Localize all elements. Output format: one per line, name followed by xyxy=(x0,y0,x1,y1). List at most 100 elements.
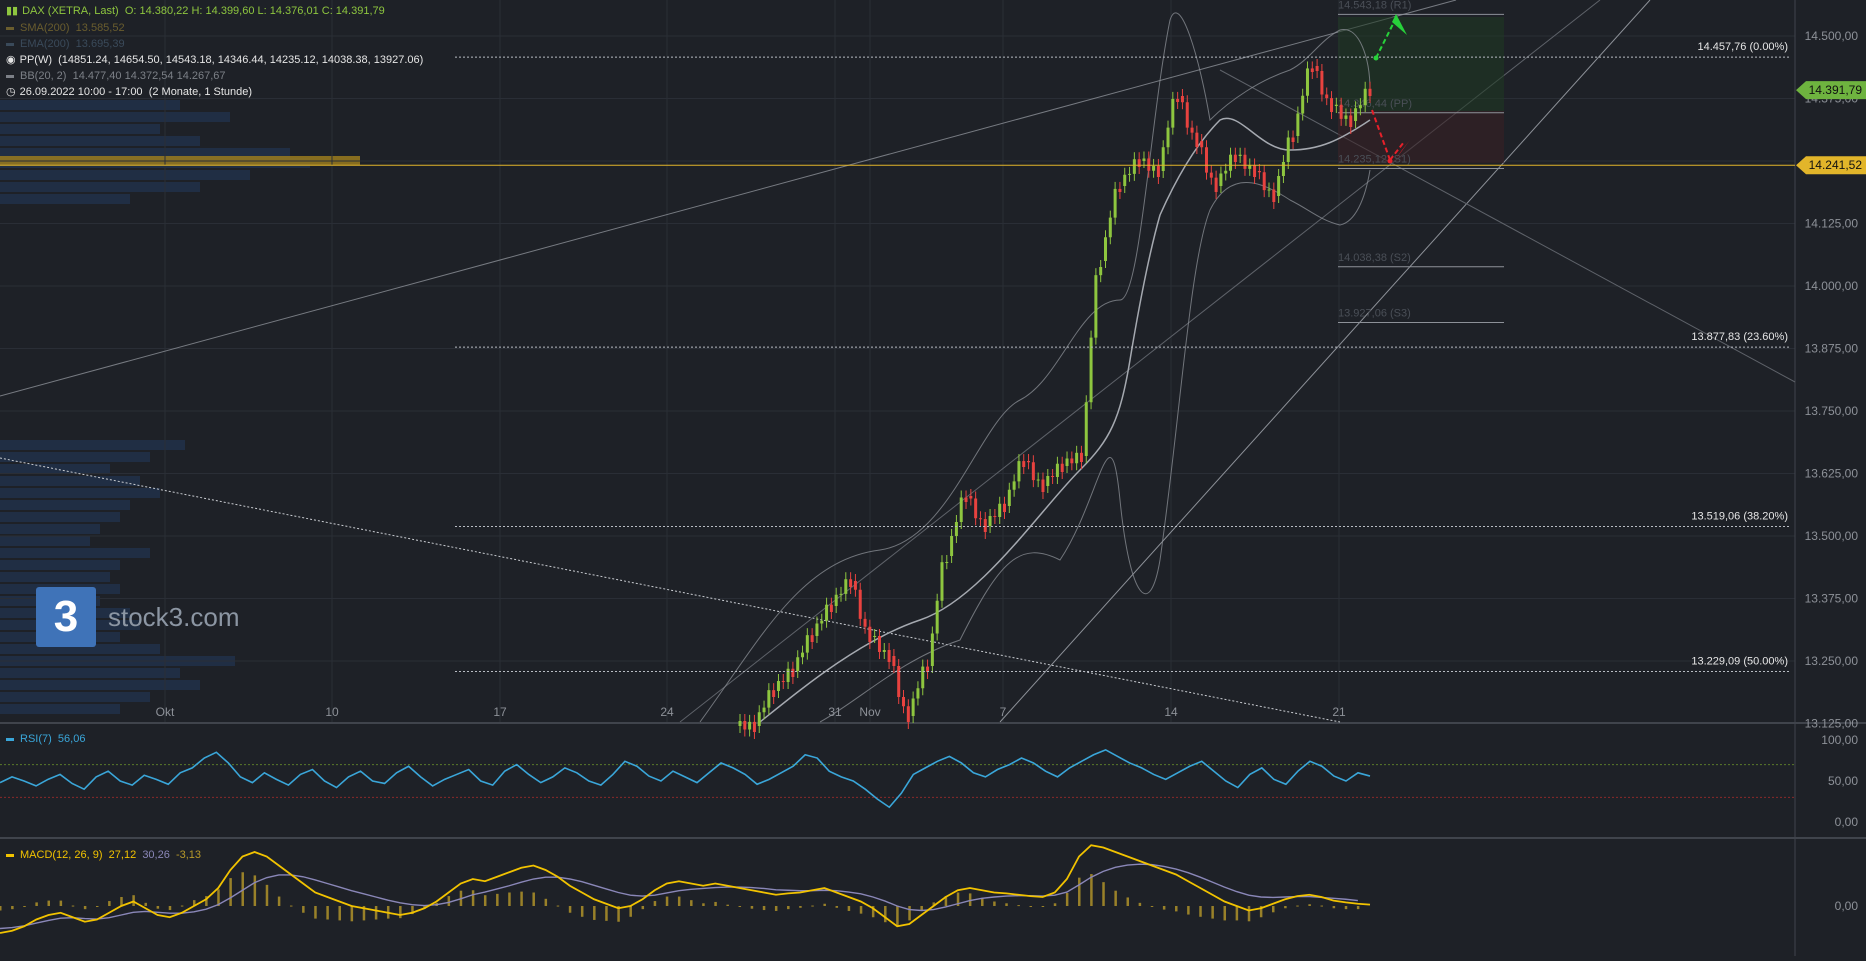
price-tick-label: 13.250,00 xyxy=(1805,654,1859,668)
candle-body xyxy=(1003,503,1007,512)
candle-body xyxy=(1185,102,1189,128)
price-tick-label: 13.375,00 xyxy=(1805,592,1859,606)
price-tick-label: 13.750,00 xyxy=(1805,404,1859,418)
macd-histogram-bar xyxy=(289,905,293,907)
candle-body xyxy=(959,497,963,522)
macd-histogram-bar xyxy=(593,906,596,920)
macd-histogram-bar xyxy=(1175,906,1178,912)
candle-body xyxy=(1229,154,1233,171)
macd-histogram-bar xyxy=(277,896,281,906)
macd-value: 27,12 xyxy=(108,849,137,861)
pivot-label: 14.346,44 (PP) xyxy=(1338,98,1412,110)
candle-body xyxy=(921,666,925,689)
macd-histogram-bar xyxy=(1090,874,1093,906)
volume-profile-bar xyxy=(0,112,230,122)
macd-histogram-bar xyxy=(447,896,451,906)
time-tick-label: 7 xyxy=(1000,705,1007,719)
price-tick-label: 13.625,00 xyxy=(1805,467,1859,481)
pivot-label: 14.235,12 (S1) xyxy=(1338,153,1411,165)
candle-body xyxy=(906,706,910,722)
macd-histogram-bar xyxy=(1065,892,1069,906)
candle-body xyxy=(1272,189,1276,202)
candle-body xyxy=(1339,104,1343,119)
candle-body xyxy=(1079,452,1083,462)
candle-body xyxy=(1291,137,1295,142)
macd-histogram-bar xyxy=(884,906,887,923)
time-tick-label: 10 xyxy=(325,705,339,719)
fib-level-label: 13.229,09 (50.00%) xyxy=(1691,655,1788,667)
candle-body xyxy=(1176,98,1180,102)
candle-body xyxy=(1190,127,1194,133)
rsi-tick-label: 0,00 xyxy=(1835,815,1859,829)
pivot-values: (14851.24, 14654.50, 14543.18, 14346.44,… xyxy=(58,54,424,66)
legend-macd: MACD(12, 26, 9) 27,12 30,26 -3,13 xyxy=(6,848,201,862)
ema-label: EMA(200) xyxy=(20,38,70,50)
legend-sma: SMA(200) 13.585,52 xyxy=(6,21,125,35)
fib-level-label: 13.519,06 (38.20%) xyxy=(1691,510,1788,522)
macd-histogram-bar xyxy=(1078,877,1081,906)
candle-body xyxy=(1214,177,1218,192)
candle-body xyxy=(849,579,853,587)
candle-body xyxy=(892,656,896,666)
candle-body xyxy=(748,721,752,730)
candle-body xyxy=(757,712,761,726)
candle-body xyxy=(1152,165,1156,171)
candle-body xyxy=(868,626,872,642)
legend-instrument: ▮▮ DAX (XETRA, Last) O: 14.380,22 H: 14.3… xyxy=(6,4,385,18)
candle-body xyxy=(1358,105,1362,109)
rsi-value: 56,06 xyxy=(57,733,86,745)
macd-histogram-bar xyxy=(520,891,523,906)
rsi-tick-label: 100,00 xyxy=(1821,733,1858,747)
macd-histogram-bar xyxy=(132,895,135,906)
pivot-label: 14.038,38 (S2) xyxy=(1338,252,1411,264)
ema-swatch-icon xyxy=(6,42,14,46)
candle-body xyxy=(945,562,949,563)
macd-histogram-bar xyxy=(896,906,899,927)
candle-body xyxy=(776,681,780,691)
macd-histogram-bar xyxy=(1199,906,1202,917)
candle-body xyxy=(1156,165,1160,177)
candle-body xyxy=(964,497,968,502)
candle-body xyxy=(1281,162,1285,176)
macd-histogram-bar xyxy=(690,900,693,906)
candle-body xyxy=(844,579,848,594)
legend-ema: EMA(200) 13.695,39 xyxy=(6,37,125,51)
candle-body xyxy=(1257,171,1261,173)
macd-histogram-bar xyxy=(702,903,705,906)
candle-body xyxy=(1224,170,1228,174)
candle-body xyxy=(1046,476,1050,486)
macd-histogram-bar xyxy=(1041,906,1045,907)
macd-histogram-bar xyxy=(544,898,548,906)
candle-body xyxy=(839,593,843,595)
candle-body xyxy=(1103,237,1107,261)
macd-histogram-bar xyxy=(83,906,87,910)
sma-swatch-icon xyxy=(6,26,14,30)
pivot-icon: ◉ xyxy=(6,54,16,66)
candle-body xyxy=(1108,217,1112,238)
candle-body xyxy=(1354,108,1358,121)
clock-icon: ◷ xyxy=(6,86,16,98)
candle-body xyxy=(743,721,747,730)
macd-histogram-bar xyxy=(738,906,742,907)
macd-histogram-bar xyxy=(1029,906,1033,907)
candle-body xyxy=(1041,479,1045,492)
sma-value: 13.585,52 xyxy=(75,22,125,34)
candle-body xyxy=(902,697,906,707)
macd-histogram-bar xyxy=(338,906,341,921)
candle-body xyxy=(1036,479,1040,481)
macd-histogram-bar xyxy=(714,901,717,906)
macd-histogram-bar xyxy=(265,884,269,906)
candle-body xyxy=(829,604,833,612)
macd-histogram-bar xyxy=(253,875,257,906)
macd-histogram-bar xyxy=(1247,906,1251,922)
bb-label: BB(20, 2) xyxy=(20,70,67,82)
candle-body xyxy=(1022,461,1026,467)
candle-body xyxy=(781,681,785,682)
bb-swatch-icon xyxy=(6,74,14,78)
candle-body xyxy=(993,516,997,517)
macd-histogram-bar xyxy=(1356,906,1360,910)
macd-histogram-bar xyxy=(1235,906,1239,921)
candle-body xyxy=(1334,104,1338,106)
macd-histogram-bar xyxy=(653,901,657,906)
candle-body xyxy=(1123,174,1127,186)
